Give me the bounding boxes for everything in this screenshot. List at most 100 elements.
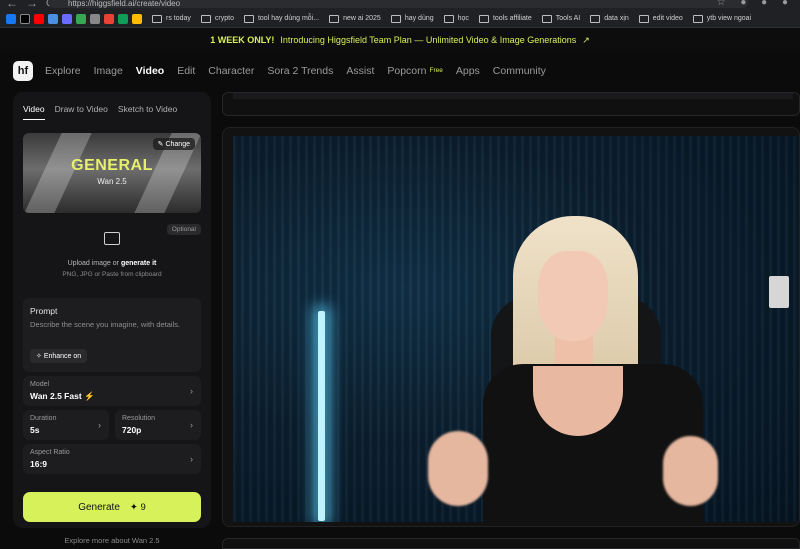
promo-tag: 1 WEEK ONLY! (210, 35, 275, 45)
promo-banner[interactable]: 1 WEEK ONLY! Introducing Higgsfield Team… (0, 28, 800, 52)
bookmark-folder[interactable]: new ai 2025 (329, 14, 381, 23)
nav-image[interactable]: Image (94, 65, 123, 77)
resolution-selector[interactable]: Resolution 720p › (115, 410, 201, 440)
nav-sora-2-trends[interactable]: Sora 2 Trends (267, 65, 333, 77)
model-selector[interactable]: Model Wan 2.5 Fast ⚡ › (23, 376, 201, 406)
nav-character[interactable]: Character (208, 65, 254, 77)
bookmark-folder[interactable]: học (443, 14, 469, 23)
bookmark-folder[interactable]: crypto (200, 14, 234, 23)
prompt-label: Prompt (30, 306, 58, 316)
nav-video[interactable]: Video (136, 65, 164, 77)
folder-icon (329, 14, 340, 23)
duration-selector[interactable]: Duration 5s › (23, 410, 109, 440)
bookmark-folder[interactable]: edit video (638, 14, 683, 23)
bookmark-folder[interactable]: Tools AI (541, 14, 580, 23)
video-result-card[interactable] (222, 127, 800, 527)
previous-video-card[interactable] (222, 92, 800, 116)
mode-tabs: Video Draw to Video Sketch to Video (23, 104, 177, 120)
upload-hint: PNG, JPG or Paste from clipboard (62, 271, 162, 278)
generate-it-link[interactable]: generate it (121, 260, 156, 267)
model-label: Model (30, 381, 50, 388)
subject-hand-left (428, 431, 488, 506)
chevron-right-icon: › (190, 386, 193, 396)
folder-icon (152, 14, 162, 23)
nav-community[interactable]: Community (493, 65, 546, 77)
folder-icon (243, 14, 254, 23)
bookmark-icon[interactable] (62, 13, 72, 24)
subject-hand-right (663, 436, 718, 506)
change-preset-button[interactable]: ✎ Change (152, 138, 195, 150)
optional-badge: Optional (166, 224, 201, 235)
aspect-ratio-label: Aspect Ratio (30, 449, 70, 456)
address-bar[interactable]: https://higgsfield.ai/create/video (48, 0, 748, 8)
resolution-value: 720p (122, 425, 142, 435)
bookmark-folder[interactable]: ytb view ngoai (692, 14, 751, 23)
bookmark-folder[interactable]: tool hay dùng mỗi... (243, 14, 319, 23)
chevron-right-icon: › (190, 420, 193, 430)
image-upload-area[interactable]: Optional Upload image or generate it PNG… (23, 224, 201, 282)
bookmark-icon[interactable] (118, 13, 128, 24)
free-badge: Free (429, 67, 443, 74)
preset-subtitle: Wan 2.5 (97, 177, 127, 186)
led-light (318, 311, 325, 521)
bookmark-folder[interactable]: rs today (152, 14, 191, 23)
bookmark-icon[interactable] (34, 13, 44, 24)
previous-video-thumbnail (233, 93, 793, 99)
bookmark-icon[interactable] (132, 13, 142, 24)
upload-text: Upload image or generate it (67, 260, 157, 267)
tab-video[interactable]: Video (23, 104, 45, 120)
explore-more-link[interactable]: Explore more about Wan 2.5 (13, 536, 211, 545)
browser-toolbar: ←→⟳ https://higgsfield.ai/create/video ☆… (0, 0, 800, 10)
folder-icon (443, 14, 454, 23)
wall-outlet (769, 276, 789, 308)
browser-extension-icons[interactable]: ☆ ● ● ● (717, 0, 794, 8)
bookmark-icon[interactable] (90, 13, 100, 24)
subject-face (538, 251, 608, 341)
aspect-ratio-value: 16:9 (30, 459, 48, 469)
preset-title: GENERAL (71, 157, 153, 174)
bookmark-folder[interactable]: data xịn (590, 14, 629, 23)
external-arrow-icon: ↗ (582, 34, 590, 45)
enhance-toggle[interactable]: ✧ Enhance on (30, 349, 88, 363)
resolution-label: Resolution (122, 415, 156, 422)
chevron-right-icon: › (190, 454, 193, 464)
nav-edit[interactable]: Edit (177, 65, 195, 77)
generated-video[interactable] (233, 136, 799, 522)
bookmark-folder[interactable]: hay dùng (390, 14, 434, 23)
bookmark-icon[interactable] (104, 13, 114, 24)
credit-cost: ✦ 9 (129, 501, 146, 513)
folder-icon (638, 14, 649, 23)
folder-icon (590, 14, 601, 23)
prompt-box[interactable]: Prompt Describe the scene you imagine, w… (23, 298, 201, 372)
promo-text: Introducing Higgsfield Team Plan — Unlim… (280, 35, 577, 45)
next-video-card[interactable] (222, 538, 800, 549)
nav-apps[interactable]: Apps (456, 65, 480, 77)
folder-icon (478, 14, 489, 23)
bookmark-icon[interactable] (6, 13, 16, 24)
generate-button[interactable]: Generate ✦ 9 (23, 492, 201, 522)
chevron-right-icon: › (98, 420, 101, 430)
prompt-input[interactable]: Describe the scene you imagine, with det… (30, 319, 190, 330)
nav-popcorn[interactable]: Popcorn Free (387, 65, 442, 77)
top-nav: hf Explore Image Video Edit Character So… (0, 52, 800, 90)
duration-label: Duration (30, 415, 57, 422)
bookmark-folder[interactable]: tools affiliate (478, 14, 532, 23)
nav-assist[interactable]: Assist (346, 65, 374, 77)
folder-icon (541, 14, 552, 23)
folder-icon (200, 14, 211, 23)
preset-card[interactable]: GENERAL Wan 2.5 ✎ Change (23, 133, 201, 213)
nav-explore[interactable]: Explore (45, 65, 81, 77)
tab-sketch-to-video[interactable]: Sketch to Video (118, 104, 177, 120)
higgsfield-logo[interactable]: hf (13, 61, 33, 81)
bookmarks-bar: rs today crypto tool hay dùng mỗi... new… (0, 10, 800, 28)
model-value: Wan 2.5 Fast ⚡ (30, 391, 95, 401)
duration-value: 5s (30, 425, 40, 435)
bookmark-icon[interactable] (48, 13, 58, 24)
bookmark-icon[interactable] (76, 13, 86, 24)
image-icon (104, 232, 120, 245)
folder-icon (692, 14, 703, 23)
aspect-ratio-selector[interactable]: Aspect Ratio 16:9 › (23, 444, 201, 474)
tab-draw-to-video[interactable]: Draw to Video (55, 104, 108, 120)
bookmark-icon[interactable] (20, 13, 30, 24)
create-panel: Video Draw to Video Sketch to Video GENE… (13, 92, 211, 528)
